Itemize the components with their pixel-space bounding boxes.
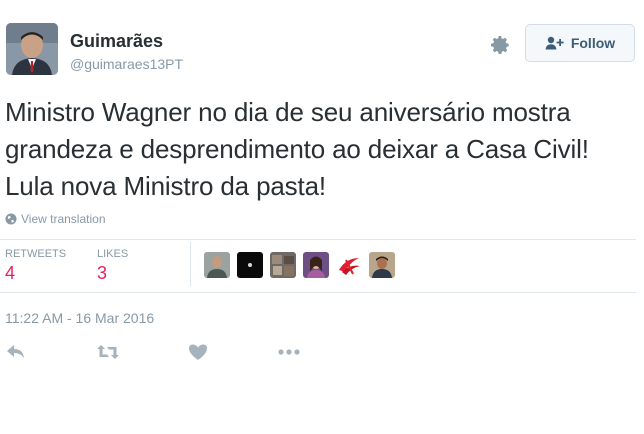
follow-button-label: Follow (570, 35, 616, 51)
view-translation-link[interactable]: View translation (5, 212, 106, 226)
stats-bottom-divider (0, 292, 636, 293)
likes-count[interactable]: 3 (97, 263, 107, 284)
liker-avatar[interactable] (369, 252, 395, 278)
stats-top-divider (0, 239, 636, 240)
follow-button[interactable]: Follow (525, 24, 635, 62)
follow-person-icon (545, 36, 564, 50)
liker-avatar[interactable] (204, 252, 230, 278)
gear-icon[interactable] (489, 34, 511, 56)
author-avatar-image (6, 23, 58, 75)
stats-separator (190, 242, 191, 286)
tweet-text: Ministro Wagner no dia de seu aniversári… (5, 97, 589, 201)
more-icon[interactable] (277, 343, 301, 366)
tweet-timestamp[interactable]: 11:22 AM - 16 Mar 2016 (5, 310, 154, 326)
likes-label[interactable]: LIKES (97, 248, 128, 260)
liker-avatar[interactable] (237, 252, 263, 278)
author-handle[interactable]: @guimaraes13PT (70, 56, 183, 72)
liker-avatar[interactable] (303, 252, 329, 278)
globe-icon (5, 213, 17, 225)
like-icon[interactable] (188, 343, 208, 366)
retweets-count[interactable]: 4 (5, 263, 15, 284)
view-translation-label: View translation (21, 212, 106, 226)
liker-avatar[interactable] (336, 252, 362, 278)
liker-avatar[interactable] (270, 252, 296, 278)
retweets-label[interactable]: RETWEETS (5, 248, 66, 260)
author-name[interactable]: Guimarães (70, 31, 163, 52)
author-avatar[interactable] (6, 23, 58, 75)
retweet-icon[interactable] (96, 343, 120, 366)
reply-icon[interactable] (6, 343, 26, 366)
